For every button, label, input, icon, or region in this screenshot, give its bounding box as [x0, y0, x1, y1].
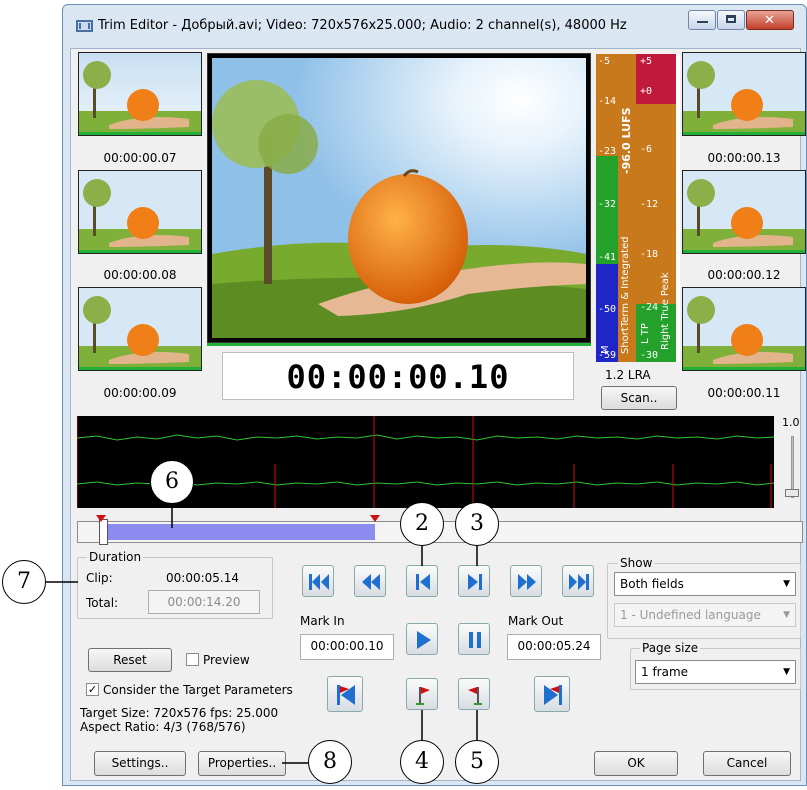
callout-6: 6	[150, 460, 194, 504]
callout-leaders	[46, 503, 478, 764]
callout-5: 5	[455, 740, 499, 784]
callout-2: 2	[400, 502, 444, 546]
callout-3: 3	[455, 502, 499, 546]
callout-4: 4	[400, 740, 444, 784]
callout-7: 7	[2, 560, 46, 604]
callout-8: 8	[308, 740, 352, 784]
